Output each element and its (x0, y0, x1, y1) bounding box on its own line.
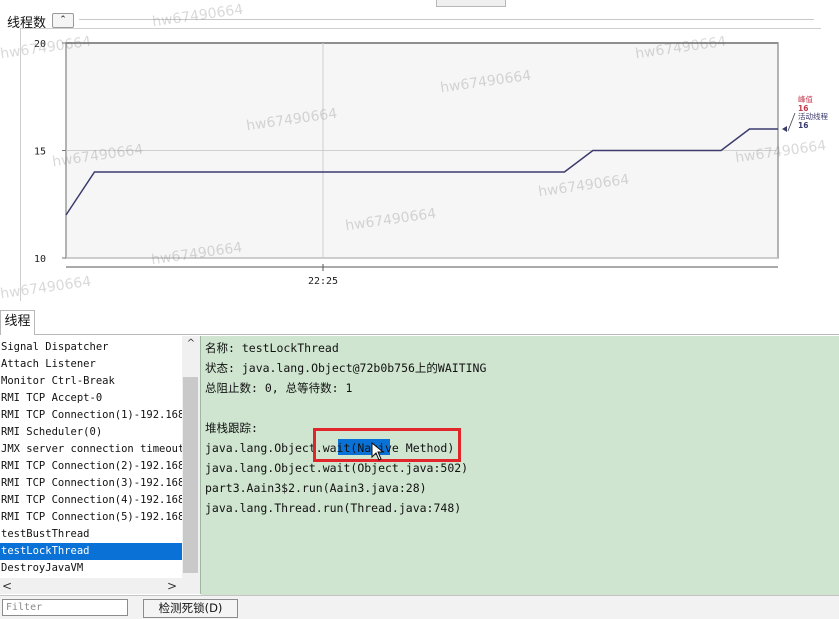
thread-list-item[interactable]: RMI TCP Connection(4)-192.168.: (0, 492, 183, 509)
thread-list-item[interactable]: RMI TCP Connection(5)-192.168.: (0, 509, 183, 526)
chevron-up-icon: ⌃ (59, 15, 67, 25)
thread-list-item[interactable]: RMI TCP Connection(1)-192.168.: (0, 407, 183, 424)
chart-frame (20, 28, 821, 301)
thread-list-item[interactable]: RMI TCP Connection(2)-192.168.: (0, 458, 183, 475)
toolbar-button[interactable] (436, 0, 506, 7)
title-divider (79, 19, 814, 20)
stack-frame: java.lang.Thread.run(Thread.java:748) (205, 501, 462, 515)
filter-input[interactable] (2, 599, 128, 616)
thread-list-item[interactable]: testLockThread (0, 543, 183, 560)
thread-list-item[interactable]: RMI TCP Accept-0 (0, 390, 183, 407)
thread-counts-line: 总阻止数: 0, 总等待数: 1 (205, 381, 353, 395)
thread-list-item[interactable]: testBustThread (0, 526, 183, 543)
scroll-right-icon[interactable]: > (165, 578, 179, 594)
stack-frame: part3.Aain3$2.run(Aain3.java:28) (205, 481, 427, 495)
scroll-up-icon[interactable]: ^ (182, 336, 200, 352)
thread-list-item[interactable]: Attach Listener (0, 356, 183, 373)
thread-list-item[interactable]: Signal Dispatcher (0, 339, 183, 356)
thread-list-item[interactable]: Monitor Ctrl-Break (0, 373, 183, 390)
detect-deadlock-button[interactable]: 检测死锁(D) (143, 599, 238, 618)
scroll-thumb[interactable] (183, 377, 198, 573)
thread-state-line: 状态: java.lang.Object@72b0b756上的WAITING (205, 361, 487, 375)
tab-threads[interactable]: 线程 (0, 310, 35, 335)
tab-bar (0, 310, 839, 335)
thread-name-line: 名称: testLockThread (205, 341, 339, 355)
thread-list-item[interactable]: RMI TCP Connection(3)-192.168.: (0, 475, 183, 492)
top-strip (0, 0, 839, 8)
thread-list-item[interactable]: DestroyJavaVM (0, 560, 183, 577)
red-annotation-box (313, 428, 461, 462)
collapse-button[interactable]: ⌃ (52, 13, 74, 28)
thread-list-item[interactable]: RMI Scheduler(0) (0, 424, 183, 441)
stack-frame: java.lang.Object.wait(Object.java:502) (205, 461, 469, 475)
thread-list-item[interactable]: JMX server connection timeout (0, 441, 183, 458)
scroll-left-icon[interactable]: < (0, 578, 14, 594)
mouse-cursor-icon (371, 442, 385, 461)
stack-trace-header: 堆栈跟踪: (205, 421, 258, 435)
thread-list[interactable]: Signal Dispatcher Attach Listener Monitor … (0, 336, 201, 594)
